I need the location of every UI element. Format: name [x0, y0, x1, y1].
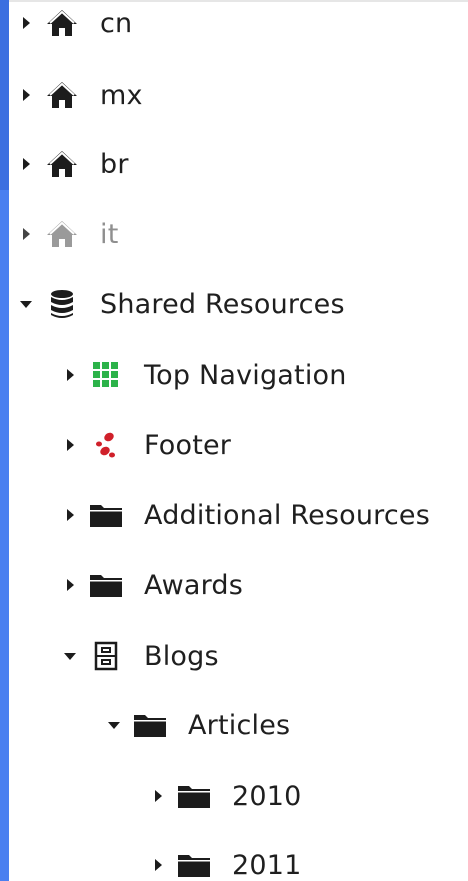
tree-item-articles[interactable]: Articles — [106, 705, 290, 745]
tree-item-cn[interactable]: cn — [18, 3, 132, 43]
folder-icon — [174, 849, 214, 881]
caret-down-icon[interactable] — [18, 296, 34, 312]
tree-item-awards[interactable]: Awards — [62, 565, 243, 605]
left-accent-strip — [0, 0, 9, 190]
tree-item-mx[interactable]: mx — [18, 75, 143, 115]
tree-item-2010[interactable]: 2010 — [150, 776, 302, 816]
tree-item-label: Awards — [144, 569, 244, 601]
tree-item-label: br — [100, 148, 129, 180]
caret-right-icon[interactable] — [18, 15, 34, 31]
tree-item-label: Articles — [188, 709, 291, 741]
database-icon — [42, 288, 82, 320]
tree-item-label: Blogs — [144, 640, 219, 672]
caret-right-icon[interactable] — [62, 367, 78, 383]
tree-item-br[interactable]: br — [18, 144, 129, 184]
tree-item-label: 2011 — [232, 849, 302, 881]
caret-down-icon[interactable] — [106, 717, 122, 733]
home-icon — [42, 218, 82, 250]
tree-item-label: cn — [100, 7, 133, 39]
tree-panel: cn mx br it Shared Resources Top Navigat… — [0, 0, 468, 881]
tree-item-label: Shared Resources — [100, 288, 345, 320]
tree-item-shared-resources[interactable]: Shared Resources — [18, 284, 345, 324]
archive-icon — [86, 640, 126, 672]
caret-right-icon[interactable] — [18, 156, 34, 172]
folder-icon — [174, 780, 214, 812]
caret-right-icon[interactable] — [62, 507, 78, 523]
tree-item-label: Additional Resources — [144, 499, 431, 531]
tree-item-label: it — [100, 218, 119, 250]
home-icon — [42, 79, 82, 111]
tree-item-top-navigation[interactable]: Top Navigation — [62, 355, 347, 395]
caret-right-icon[interactable] — [150, 788, 166, 804]
caret-right-icon[interactable] — [18, 87, 34, 103]
home-icon — [42, 148, 82, 180]
caret-down-icon[interactable] — [62, 648, 78, 664]
top-border — [9, 0, 468, 2]
folder-icon — [130, 709, 170, 741]
caret-right-icon[interactable] — [18, 226, 34, 242]
caret-right-icon[interactable] — [62, 577, 78, 593]
tree-item-label: mx — [100, 79, 143, 111]
tree-item-blogs[interactable]: Blogs — [62, 636, 219, 676]
tree-item-footer[interactable]: Footer — [62, 425, 231, 465]
tree-item-2011[interactable]: 2011 — [150, 845, 302, 881]
grid-icon — [86, 359, 126, 391]
footprints-icon — [86, 429, 126, 461]
tree-item-label: Top Navigation — [144, 359, 347, 391]
tree-item-it[interactable]: it — [18, 214, 119, 254]
caret-right-icon[interactable] — [150, 857, 166, 873]
tree-item-additional-resources[interactable]: Additional Resources — [62, 495, 430, 535]
tree-item-label: 2010 — [232, 780, 302, 812]
caret-right-icon[interactable] — [62, 437, 78, 453]
tree-item-label: Footer — [144, 429, 232, 461]
home-icon — [42, 7, 82, 39]
folder-icon — [86, 499, 126, 531]
folder-icon — [86, 569, 126, 601]
